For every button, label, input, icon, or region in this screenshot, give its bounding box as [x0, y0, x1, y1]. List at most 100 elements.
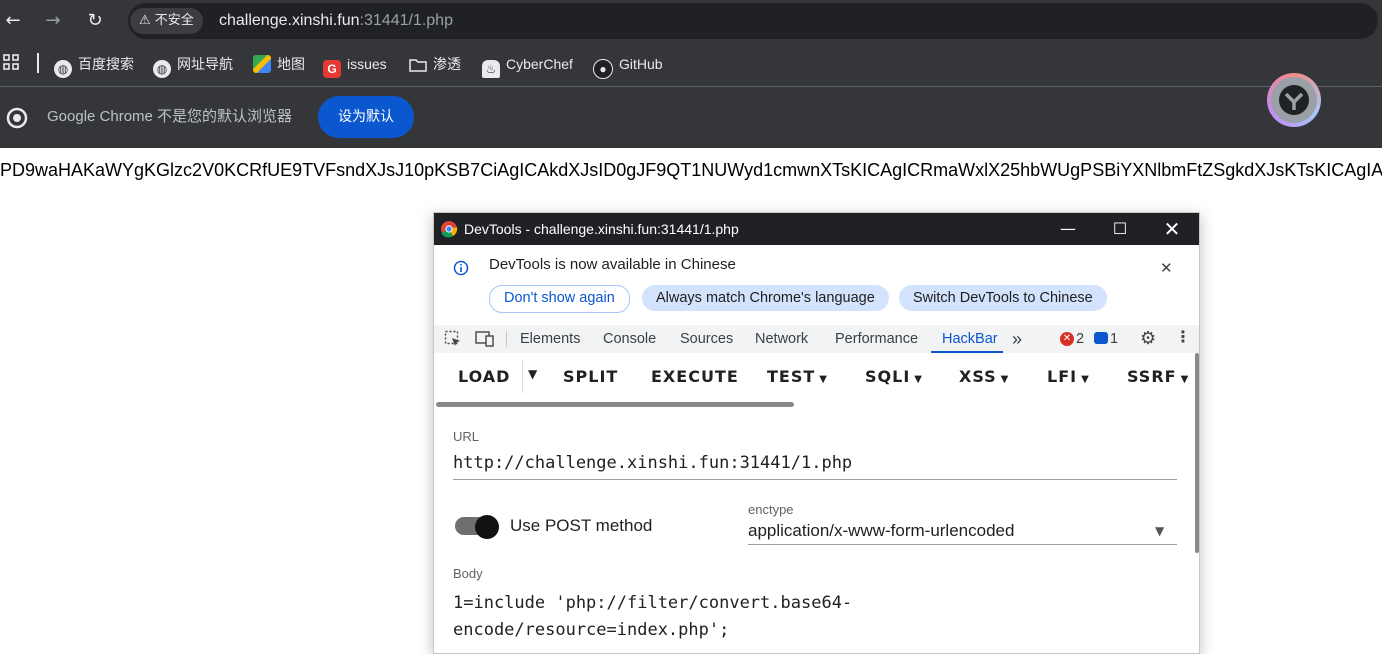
folder-icon: [409, 57, 427, 75]
set-default-button[interactable]: 设为默认: [318, 96, 414, 138]
bookmark-label: 地图: [277, 56, 305, 72]
lfi-menu-button[interactable]: LFI ▼: [1047, 367, 1090, 390]
info-icon: [453, 260, 469, 276]
chevron-down-icon: ▼: [1180, 374, 1190, 385]
bookmark-label: 网址导航: [177, 56, 233, 72]
bookmark-issues[interactable]: Gissues: [323, 53, 387, 78]
tab-elements[interactable]: Elements: [520, 325, 580, 353]
bookmark-label: 百度搜索: [78, 56, 134, 72]
menu-label: LFI: [1047, 367, 1078, 386]
tab-sources[interactable]: Sources: [680, 325, 733, 353]
menu-label: SSRF: [1127, 367, 1177, 386]
url-input-underline: [453, 479, 1177, 480]
load-dropdown-icon[interactable]: ▼: [528, 367, 537, 381]
reload-button[interactable]: ↻: [82, 8, 108, 34]
forward-button[interactable]: →: [40, 8, 66, 34]
globe-icon: ◍: [54, 60, 72, 78]
security-chip[interactable]: ⚠ 不安全: [130, 8, 203, 34]
error-icon[interactable]: ✕: [1060, 332, 1074, 346]
chevron-down-icon: ▼: [1000, 374, 1010, 385]
post-method-label: Use POST method: [510, 516, 653, 535]
chrome-logo-icon: [440, 220, 458, 238]
bookmark-separator: [37, 53, 39, 73]
bookmark-nav[interactable]: ◍ 网址导航: [153, 53, 233, 78]
dont-show-again-button[interactable]: Don't show again: [489, 285, 630, 313]
execute-button[interactable]: EXECUTE: [651, 367, 739, 387]
chevron-down-icon: ▼: [1081, 374, 1090, 385]
divider: [0, 86, 1382, 87]
tab-hackbar[interactable]: HackBar: [942, 325, 998, 353]
bookmark-label: CyberChef: [506, 56, 573, 72]
default-browser-message: Google Chrome 不是您的默认浏览器: [47, 108, 293, 125]
ssrf-menu-button[interactable]: SSRF ▼: [1127, 367, 1189, 390]
split-button[interactable]: SPLIT: [563, 367, 618, 387]
chevron-down-icon: ▼: [914, 374, 923, 385]
url-text[interactable]: challenge.xinshi.fun:31441/1.php: [219, 9, 453, 33]
chef-icon: ♨: [482, 60, 500, 78]
menu-label: SQLI: [865, 367, 911, 386]
warning-icon: ⚠: [139, 13, 151, 28]
bookmark-maps[interactable]: 地图: [253, 53, 305, 75]
devtools-window: DevTools - challenge.xinshi.fun:31441/1.…: [433, 212, 1200, 654]
bookmark-baidu[interactable]: ◍ 百度搜索: [54, 53, 134, 78]
bookmark-label: GitHub: [619, 56, 663, 72]
security-label: 不安全: [154, 13, 194, 28]
url-path: :31441/1.php: [359, 12, 453, 29]
message-icon[interactable]: [1094, 332, 1108, 344]
tab-network[interactable]: Network: [755, 325, 808, 353]
github-icon: ●: [593, 59, 613, 79]
tab-performance[interactable]: Performance: [835, 325, 918, 353]
more-options-icon[interactable]: ⋮: [1175, 327, 1191, 346]
minimize-button[interactable]: —: [1053, 217, 1083, 241]
bookmark-label: issues: [347, 56, 387, 72]
close-notice-icon[interactable]: ✕: [1160, 259, 1173, 277]
more-tabs-button[interactable]: »: [1012, 325, 1022, 353]
chevron-down-icon: ▼: [819, 374, 828, 385]
settings-gear-icon[interactable]: ⚙: [1140, 328, 1156, 349]
divider: [506, 331, 507, 347]
body-line: 1=include 'php://filter/convert.base64-: [453, 593, 853, 613]
url-label: URL: [453, 429, 480, 444]
enctype-select[interactable]: application/x-www-form-urlencoded: [748, 520, 1014, 542]
enctype-label: enctype: [748, 502, 794, 517]
test-menu-button[interactable]: TEST ▼: [767, 367, 828, 390]
back-button[interactable]: ←: [0, 8, 26, 34]
xss-menu-button[interactable]: XSS ▼: [959, 367, 1009, 390]
chrome-logo-icon: [6, 107, 28, 129]
horizontal-scrollbar[interactable]: [436, 402, 794, 407]
body-label: Body: [453, 566, 483, 581]
maximize-button[interactable]: ☐: [1105, 217, 1135, 241]
switch-to-chinese-button[interactable]: Switch DevTools to Chinese: [899, 285, 1107, 311]
menu-label: XSS: [959, 367, 997, 386]
apps-grid-icon[interactable]: [3, 54, 20, 71]
body-textarea[interactable]: 1=include 'php://filter/convert.base64- …: [453, 590, 852, 644]
globe-icon: ◍: [153, 60, 171, 78]
post-toggle-knob[interactable]: [475, 515, 499, 539]
match-language-button[interactable]: Always match Chrome's language: [642, 285, 889, 311]
devtools-title: DevTools - challenge.xinshi.fun:31441/1.…: [464, 221, 739, 237]
maps-icon: [253, 55, 271, 73]
bookmark-folder-pentest[interactable]: 渗透: [409, 53, 461, 75]
close-window-button[interactable]: ✕: [1157, 217, 1187, 241]
tab-console[interactable]: Console: [603, 325, 656, 353]
divider: [522, 359, 523, 393]
notice-text: DevTools is now available in Chinese: [489, 256, 736, 273]
g-icon: G: [323, 60, 341, 78]
message-count[interactable]: 1: [1110, 325, 1118, 353]
enctype-underline: [748, 544, 1177, 545]
chevron-down-icon[interactable]: ▼: [1155, 524, 1164, 538]
load-button[interactable]: LOAD: [458, 367, 510, 387]
sqli-menu-button[interactable]: SQLI ▼: [865, 367, 923, 390]
device-toolbar-icon[interactable]: [475, 330, 495, 348]
avatar-icon: [1271, 77, 1317, 123]
url-host: challenge.xinshi.fun: [219, 12, 360, 29]
inspect-element-icon[interactable]: [444, 330, 462, 348]
vertical-scrollbar[interactable]: [1195, 353, 1199, 553]
bookmark-github[interactable]: ● GitHub: [593, 53, 663, 79]
bookmark-cyberchef[interactable]: ♨ CyberChef: [482, 53, 573, 78]
bookmark-label: 渗透: [433, 56, 461, 72]
menu-label: TEST: [767, 367, 816, 386]
error-count[interactable]: 2: [1076, 325, 1084, 353]
url-input[interactable]: http://challenge.xinshi.fun:31441/1.php: [453, 452, 852, 474]
page-output-base64: PD9waHAKaWYgKGlzc2V0KCRfUE9TVFsndXJsJ10p…: [0, 160, 1382, 180]
